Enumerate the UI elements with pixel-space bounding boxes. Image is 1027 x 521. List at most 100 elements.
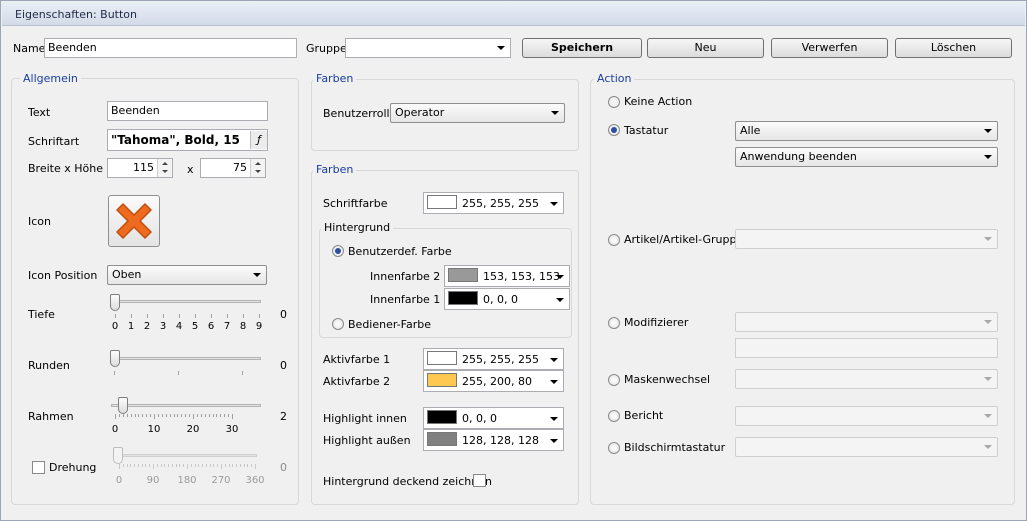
slider-tick: [163, 314, 164, 318]
artikel-select[interactable]: [735, 229, 998, 249]
name-label: Name: [13, 42, 46, 55]
window-title: Eigenschaften: Button: [15, 8, 137, 21]
radio-keine-action[interactable]: [608, 96, 620, 108]
gruppe-select[interactable]: [345, 38, 511, 58]
slider-tick: [232, 414, 233, 419]
chevron-down-icon: [550, 202, 558, 206]
hl-innen-picker[interactable]: 0, 0, 0: [423, 407, 564, 429]
slider-tick: [181, 414, 183, 417]
modifizierer-label: Modifizierer: [624, 316, 689, 329]
slider-tick: [236, 464, 238, 467]
font-picker-button[interactable]: ƒ: [250, 131, 267, 149]
drehung-value: 0: [280, 461, 287, 474]
maskenwechsel-select[interactable]: [735, 369, 998, 389]
slider-tick: [115, 414, 116, 419]
slider-tick: [165, 414, 167, 417]
delete-button[interactable]: Löschen: [895, 38, 1012, 58]
radio-modifizierer[interactable]: [608, 317, 620, 329]
slider-tick: [193, 414, 194, 419]
radio-tastatur[interactable]: [608, 124, 620, 136]
rahmen-value: 2: [280, 410, 287, 423]
runden-label: Runden: [28, 359, 70, 372]
color-swatch: [448, 291, 478, 305]
slider-tick: [175, 464, 177, 467]
spin-arrows-icon[interactable]: [250, 159, 265, 177]
radio-custom-color-label: Benutzerdef. Farbe: [348, 245, 452, 258]
radio-artikel[interactable]: [608, 234, 620, 246]
slider-tick: [149, 464, 151, 467]
chevron-down-icon: [556, 298, 564, 302]
tiefe-track[interactable]: [111, 300, 261, 303]
slider-tick: [145, 464, 147, 467]
slider-tick-label: 2: [143, 321, 151, 332]
text-input[interactable]: Beenden: [107, 101, 268, 121]
runden-track[interactable]: [111, 357, 261, 360]
slider-tick-label: 6: [207, 321, 215, 332]
tiefe-slider-thumb[interactable]: [110, 294, 120, 311]
spin-arrows-icon[interactable]: [157, 159, 172, 177]
discard-button[interactable]: Verwerfen: [771, 38, 888, 58]
slider-tick: [228, 414, 230, 417]
font-field[interactable]: "Tahoma", Bold, 15: [107, 129, 268, 151]
hl-aussen-picker[interactable]: 128, 128, 128: [423, 429, 564, 451]
bericht-select[interactable]: [735, 406, 998, 426]
aktiv2-picker[interactable]: 255, 200, 80: [423, 370, 564, 392]
role-select[interactable]: Operator: [390, 103, 565, 123]
chevron-down-icon: [984, 445, 992, 449]
drehung-slider-thumb[interactable]: [113, 447, 123, 464]
aktiv2-label: Aktivfarbe 2: [323, 375, 391, 388]
icon-picker-button[interactable]: [108, 195, 160, 247]
slider-tick: [179, 464, 181, 467]
aktiv1-picker[interactable]: 255, 255, 255: [423, 348, 564, 370]
slider-tick: [185, 414, 187, 417]
slider-tick: [212, 414, 214, 417]
size-label: Breite x Höhe: [28, 162, 103, 175]
slider-tick: [150, 414, 152, 417]
radio-bildschirmtastatur[interactable]: [608, 442, 620, 454]
slider-tick-label: 270: [211, 475, 231, 486]
slider-tick: [169, 414, 171, 417]
height-spinner[interactable]: 75: [200, 158, 266, 178]
slider-tick: [164, 464, 166, 467]
radio-custom-color[interactable]: [332, 245, 344, 257]
slider-tick: [126, 414, 128, 417]
slider-tick: [247, 464, 249, 467]
radio-maskenwechsel[interactable]: [608, 374, 620, 386]
font-label: Schriftart: [28, 135, 80, 148]
radio-operator-color[interactable]: [332, 318, 344, 330]
innen1-picker[interactable]: 0, 0, 0: [444, 288, 570, 310]
save-button[interactable]: Speichern: [522, 38, 642, 58]
radio-bericht[interactable]: [608, 410, 620, 422]
color-swatch: [427, 373, 457, 387]
tastatur-select[interactable]: Alle: [735, 121, 998, 141]
icon-position-label: Icon Position: [28, 269, 98, 282]
schriftfarbe-picker[interactable]: 255, 255, 255: [423, 192, 564, 214]
bildschirmtastatur-select[interactable]: [735, 437, 998, 457]
hl-innen-label: Highlight innen: [323, 412, 407, 425]
name-input[interactable]: Beenden: [44, 38, 297, 58]
slider-tick: [196, 414, 198, 417]
slider-tick: [141, 464, 143, 467]
innen2-picker[interactable]: 153, 153, 153: [444, 265, 570, 287]
tiefe-value: 0: [280, 308, 287, 321]
width-spinner[interactable]: 115: [107, 158, 173, 178]
chevron-down-icon: [984, 129, 992, 133]
modifizierer-select[interactable]: [735, 312, 998, 332]
drehung-checkbox[interactable]: [32, 461, 45, 474]
icon-position-select[interactable]: Oben: [107, 265, 267, 285]
slider-tick-label: 5: [191, 321, 199, 332]
opaque-checkbox[interactable]: [473, 474, 486, 487]
slider-tick: [122, 414, 124, 417]
drehung-track[interactable]: [115, 454, 257, 457]
new-button[interactable]: Neu: [647, 38, 764, 58]
modifizierer-input[interactable]: [735, 338, 998, 358]
runden-slider-thumb[interactable]: [110, 350, 120, 367]
slider-tick: [189, 414, 191, 417]
rahmen-track[interactable]: [111, 404, 261, 407]
rahmen-slider-thumb[interactable]: [118, 397, 128, 414]
tastatur-action-select[interactable]: Anwendung beenden: [735, 147, 998, 167]
bildschirmtastatur-label: Bildschirmtastatur: [624, 441, 726, 454]
slider-tick: [190, 464, 192, 467]
innen1-label: Innenfarbe 1: [370, 293, 441, 306]
slider-tick: [114, 371, 115, 375]
